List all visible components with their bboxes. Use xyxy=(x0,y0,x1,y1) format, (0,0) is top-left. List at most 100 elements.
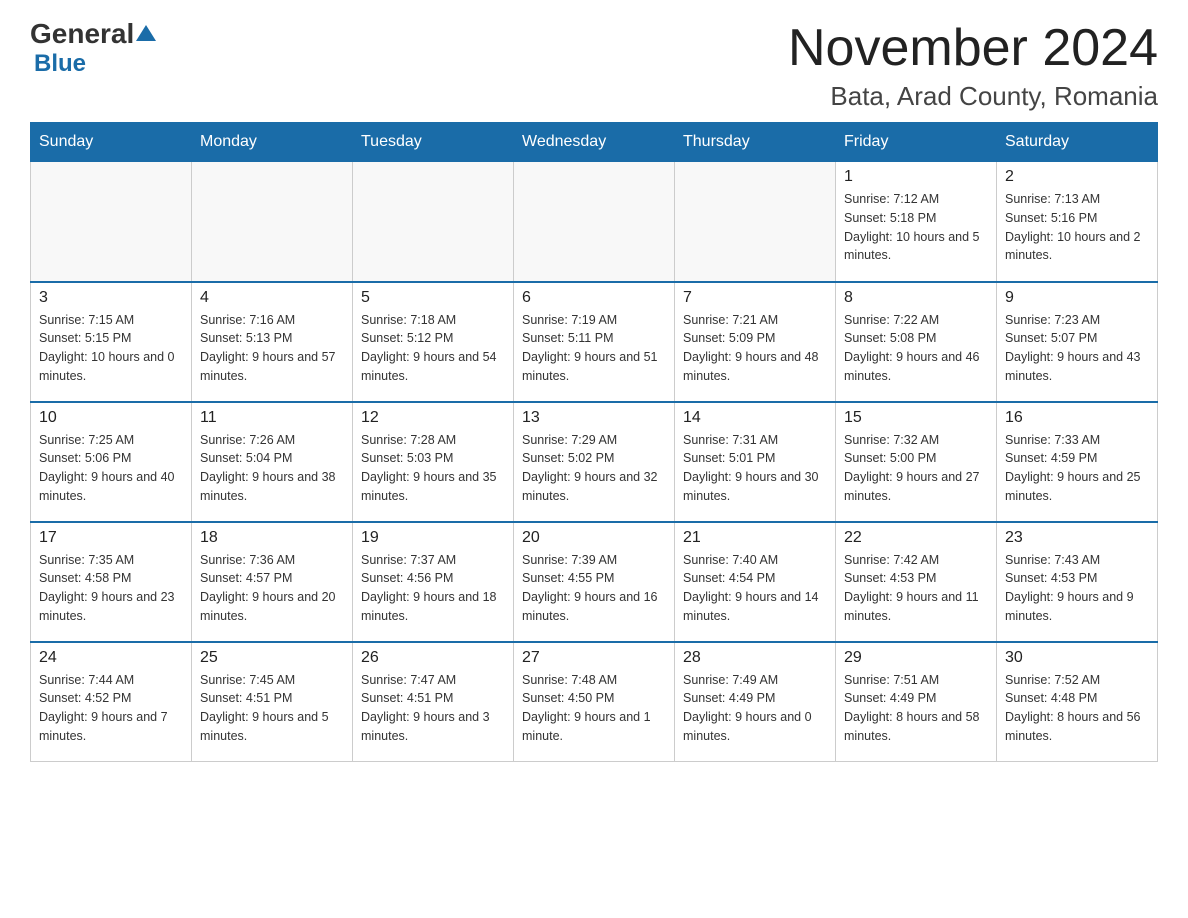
calendar-cell: 13Sunrise: 7:29 AM Sunset: 5:02 PM Dayli… xyxy=(514,402,675,522)
calendar-cell: 24 Sunrise: 7:44 AM Sunset: 4:52 PM Dayli… xyxy=(31,642,192,762)
day-number: 1 xyxy=(844,168,988,186)
day-info: Sunrise: 7:37 AM Sunset: 4:56 PM Dayligh… xyxy=(361,551,505,626)
day-info: Sunrise: 7:16 AM Sunset: 5:13 PM Dayligh… xyxy=(200,311,344,386)
calendar-week-row-3: 10 Sunrise: 7:25 AM Sunset: 5:06 PM Dayli… xyxy=(31,402,1158,522)
day-number: 10 xyxy=(39,409,183,427)
calendar-cell: 12Sunrise: 7:28 AM Sunset: 5:03 PM Dayli… xyxy=(353,402,514,522)
calendar-header-tuesday: Tuesday xyxy=(353,123,514,162)
day-number: 28 xyxy=(683,649,827,667)
day-number: 4 xyxy=(200,289,344,307)
calendar-cell: 30 Sunrise: 7:52 AM Sunset: 4:48 PM Dayli… xyxy=(997,642,1158,762)
month-title: November 2024 xyxy=(788,20,1158,77)
calendar-cell: 15 Sunrise: 7:32 AM Sunset: 5:00 PM Dayli… xyxy=(836,402,997,522)
logo-general: General xyxy=(30,20,134,48)
day-info: Sunrise: 7:42 AM Sunset: 4:53 PM Dayligh… xyxy=(844,551,988,626)
day-number: 6 xyxy=(522,289,666,307)
calendar-table: SundayMondayTuesdayWednesdayThursdayFrid… xyxy=(30,122,1158,762)
day-number: 2 xyxy=(1005,168,1149,186)
calendar-header-wednesday: Wednesday xyxy=(514,123,675,162)
calendar-cell: 19 Sunrise: 7:37 AM Sunset: 4:56 PM Dayli… xyxy=(353,522,514,642)
day-info: Sunrise: 7:22 AM Sunset: 5:08 PM Dayligh… xyxy=(844,311,988,386)
calendar-cell: 25 Sunrise: 7:45 AM Sunset: 4:51 PM Dayli… xyxy=(192,642,353,762)
calendar-cell: 20Sunrise: 7:39 AM Sunset: 4:55 PM Dayli… xyxy=(514,522,675,642)
day-number: 27 xyxy=(522,649,666,667)
calendar-cell: 27Sunrise: 7:48 AM Sunset: 4:50 PM Dayli… xyxy=(514,642,675,762)
logo: General Blue xyxy=(30,20,156,78)
day-info: Sunrise: 7:40 AM Sunset: 4:54 PM Dayligh… xyxy=(683,551,827,626)
day-number: 21 xyxy=(683,529,827,547)
calendar-header-sunday: Sunday xyxy=(31,123,192,162)
calendar-cell: 4 Sunrise: 7:16 AM Sunset: 5:13 PM Daylig… xyxy=(192,282,353,402)
day-info: Sunrise: 7:19 AM Sunset: 5:11 PM Dayligh… xyxy=(522,311,666,386)
calendar-cell: 7 Sunrise: 7:21 AM Sunset: 5:09 PM Daylig… xyxy=(675,282,836,402)
day-info: Sunrise: 7:29 AM Sunset: 5:02 PM Dayligh… xyxy=(522,431,666,506)
day-info: Sunrise: 7:12 AM Sunset: 5:18 PM Dayligh… xyxy=(844,190,988,265)
day-number: 30 xyxy=(1005,649,1149,667)
day-info: Sunrise: 7:23 AM Sunset: 5:07 PM Dayligh… xyxy=(1005,311,1149,386)
day-info: Sunrise: 7:51 AM Sunset: 4:49 PM Dayligh… xyxy=(844,671,988,746)
location: Bata, Arad County, Romania xyxy=(788,81,1158,112)
calendar-cell: 28 Sunrise: 7:49 AM Sunset: 4:49 PM Dayli… xyxy=(675,642,836,762)
calendar-cell: 6 Sunrise: 7:19 AM Sunset: 5:11 PM Daylig… xyxy=(514,282,675,402)
calendar-cell xyxy=(675,162,836,282)
calendar-header-monday: Monday xyxy=(192,123,353,162)
calendar-week-row-1: 1 Sunrise: 7:12 AM Sunset: 5:18 PM Daylig… xyxy=(31,162,1158,282)
day-info: Sunrise: 7:44 AM Sunset: 4:52 PM Dayligh… xyxy=(39,671,183,746)
day-info: Sunrise: 7:15 AM Sunset: 5:15 PM Dayligh… xyxy=(39,311,183,386)
page-header: General Blue November 2024 Bata, Arad Co… xyxy=(30,20,1158,112)
calendar-cell: 9 Sunrise: 7:23 AM Sunset: 5:07 PM Daylig… xyxy=(997,282,1158,402)
day-number: 9 xyxy=(1005,289,1149,307)
calendar-cell: 14 Sunrise: 7:31 AM Sunset: 5:01 PM Dayli… xyxy=(675,402,836,522)
day-number: 11 xyxy=(200,409,344,427)
day-number: 15 xyxy=(844,409,988,427)
calendar-week-row-5: 24 Sunrise: 7:44 AM Sunset: 4:52 PM Dayli… xyxy=(31,642,1158,762)
day-number: 16 xyxy=(1005,409,1149,427)
calendar-cell xyxy=(514,162,675,282)
day-number: 8 xyxy=(844,289,988,307)
calendar-header-row: SundayMondayTuesdayWednesdayThursdayFrid… xyxy=(31,123,1158,162)
day-info: Sunrise: 7:35 AM Sunset: 4:58 PM Dayligh… xyxy=(39,551,183,626)
calendar-cell: 5Sunrise: 7:18 AM Sunset: 5:12 PM Daylig… xyxy=(353,282,514,402)
calendar-cell: 29 Sunrise: 7:51 AM Sunset: 4:49 PM Dayli… xyxy=(836,642,997,762)
day-info: Sunrise: 7:25 AM Sunset: 5:06 PM Dayligh… xyxy=(39,431,183,506)
calendar-cell: 23Sunrise: 7:43 AM Sunset: 4:53 PM Dayli… xyxy=(997,522,1158,642)
calendar-cell: 8 Sunrise: 7:22 AM Sunset: 5:08 PM Daylig… xyxy=(836,282,997,402)
calendar-week-row-2: 3 Sunrise: 7:15 AM Sunset: 5:15 PM Daylig… xyxy=(31,282,1158,402)
day-number: 17 xyxy=(39,529,183,547)
day-info: Sunrise: 7:39 AM Sunset: 4:55 PM Dayligh… xyxy=(522,551,666,626)
day-number: 14 xyxy=(683,409,827,427)
day-info: Sunrise: 7:49 AM Sunset: 4:49 PM Dayligh… xyxy=(683,671,827,746)
calendar-cell: 21 Sunrise: 7:40 AM Sunset: 4:54 PM Dayli… xyxy=(675,522,836,642)
logo-triangle-icon xyxy=(136,23,156,43)
calendar-cell: 26Sunrise: 7:47 AM Sunset: 4:51 PM Dayli… xyxy=(353,642,514,762)
calendar-cell: 18Sunrise: 7:36 AM Sunset: 4:57 PM Dayli… xyxy=(192,522,353,642)
logo-blue: Blue xyxy=(34,50,86,78)
day-number: 3 xyxy=(39,289,183,307)
day-info: Sunrise: 7:21 AM Sunset: 5:09 PM Dayligh… xyxy=(683,311,827,386)
day-info: Sunrise: 7:13 AM Sunset: 5:16 PM Dayligh… xyxy=(1005,190,1149,265)
day-info: Sunrise: 7:18 AM Sunset: 5:12 PM Dayligh… xyxy=(361,311,505,386)
day-number: 7 xyxy=(683,289,827,307)
day-info: Sunrise: 7:47 AM Sunset: 4:51 PM Dayligh… xyxy=(361,671,505,746)
day-info: Sunrise: 7:43 AM Sunset: 4:53 PM Dayligh… xyxy=(1005,551,1149,626)
calendar-header-thursday: Thursday xyxy=(675,123,836,162)
day-info: Sunrise: 7:26 AM Sunset: 5:04 PM Dayligh… xyxy=(200,431,344,506)
day-number: 24 xyxy=(39,649,183,667)
calendar-cell: 11 Sunrise: 7:26 AM Sunset: 5:04 PM Dayli… xyxy=(192,402,353,522)
day-number: 25 xyxy=(200,649,344,667)
day-info: Sunrise: 7:33 AM Sunset: 4:59 PM Dayligh… xyxy=(1005,431,1149,506)
day-number: 19 xyxy=(361,529,505,547)
calendar-cell: 17 Sunrise: 7:35 AM Sunset: 4:58 PM Dayli… xyxy=(31,522,192,642)
calendar-cell: 16 Sunrise: 7:33 AM Sunset: 4:59 PM Dayli… xyxy=(997,402,1158,522)
calendar-cell: 3 Sunrise: 7:15 AM Sunset: 5:15 PM Daylig… xyxy=(31,282,192,402)
day-info: Sunrise: 7:31 AM Sunset: 5:01 PM Dayligh… xyxy=(683,431,827,506)
calendar-header-friday: Friday xyxy=(836,123,997,162)
day-info: Sunrise: 7:36 AM Sunset: 4:57 PM Dayligh… xyxy=(200,551,344,626)
calendar-cell xyxy=(353,162,514,282)
day-info: Sunrise: 7:45 AM Sunset: 4:51 PM Dayligh… xyxy=(200,671,344,746)
day-info: Sunrise: 7:52 AM Sunset: 4:48 PM Dayligh… xyxy=(1005,671,1149,746)
day-info: Sunrise: 7:32 AM Sunset: 5:00 PM Dayligh… xyxy=(844,431,988,506)
calendar-week-row-4: 17 Sunrise: 7:35 AM Sunset: 4:58 PM Dayli… xyxy=(31,522,1158,642)
day-number: 12 xyxy=(361,409,505,427)
day-number: 29 xyxy=(844,649,988,667)
